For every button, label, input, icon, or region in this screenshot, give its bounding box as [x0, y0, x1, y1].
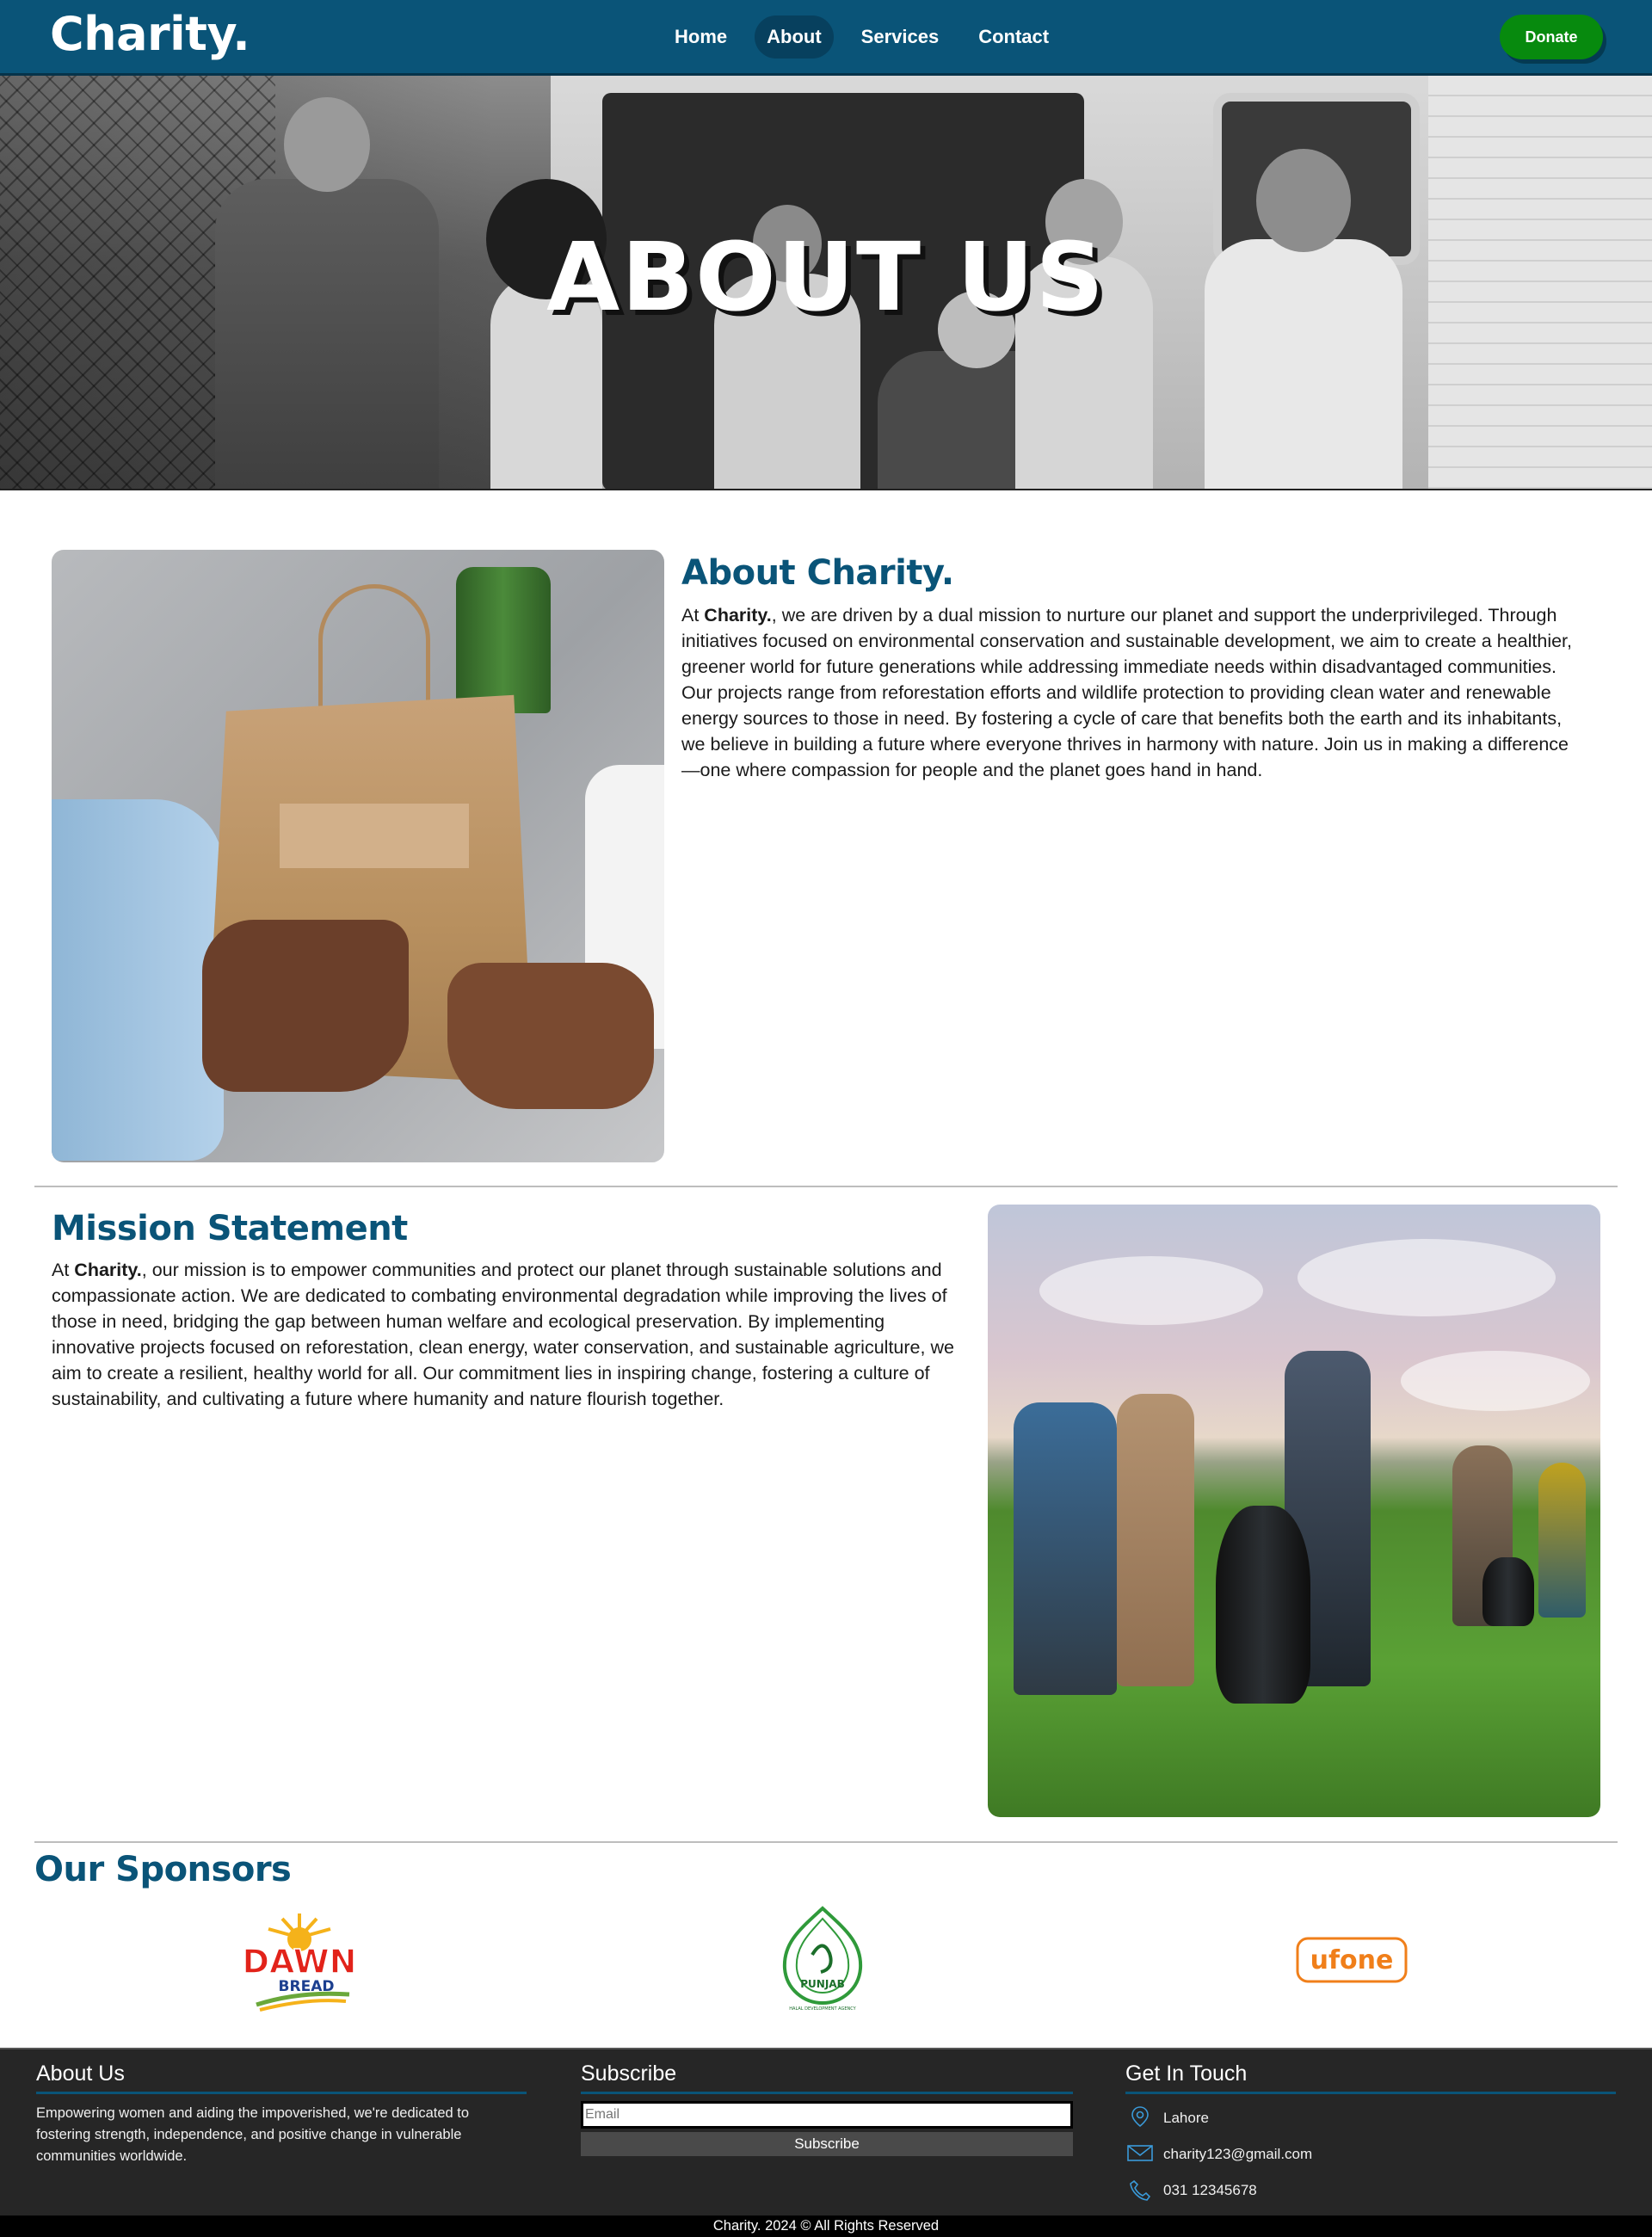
- svg-text:HALAL DEVELOPMENT AGENCY: HALAL DEVELOPMENT AGENCY: [789, 2006, 856, 2012]
- navbar: Charity. Home About Services Contact Don…: [0, 0, 1652, 76]
- email-input[interactable]: [581, 2101, 1073, 2129]
- about-text-brand: Charity.: [704, 605, 772, 625]
- mission-text: At Charity., our mission is to empower c…: [52, 1257, 964, 1412]
- location-icon: [1125, 2105, 1155, 2133]
- about-text-body: , we are driven by a dual mission to nur…: [681, 605, 1573, 780]
- contact-location-text: Lahore: [1163, 2110, 1209, 2126]
- donate-button[interactable]: Donate: [1500, 15, 1603, 59]
- footer-about-text: Empowering women and aiding the impoveri…: [36, 2105, 470, 2164]
- mission-text-body: , our mission is to empower communities …: [52, 1260, 954, 1409]
- footer: About Us Empowering women and aiding the…: [0, 2048, 1652, 2215]
- svg-text:PUNJAB: PUNJAB: [800, 1978, 844, 1990]
- mail-icon: [1125, 2141, 1155, 2169]
- contact-phone: 031 12345678: [1125, 2178, 1616, 2203]
- about-title: About Charity.: [681, 553, 954, 593]
- footer-subscribe: Subscribe Subscribe: [581, 2061, 1073, 2156]
- image-bag-label: [280, 804, 469, 868]
- brand-logo[interactable]: Charity.: [50, 7, 250, 61]
- image-trash-bag: [1482, 1557, 1534, 1626]
- svg-text:ufone: ufone: [1310, 1945, 1394, 1975]
- mission-text-brand: Charity.: [74, 1260, 142, 1280]
- footer-contact: Get In Touch Lahore charity123@gmail.com…: [1125, 2061, 1616, 2203]
- nav-link-about[interactable]: About: [755, 15, 834, 59]
- image-hand: [202, 920, 409, 1092]
- image-leek: [456, 567, 551, 713]
- hero-title: ABOUT US: [546, 222, 1106, 332]
- about-text-prefix: At: [681, 605, 705, 625]
- contact-phone-text[interactable]: 031 12345678: [1163, 2182, 1257, 2199]
- mission-title: Mission Statement: [52, 1209, 408, 1248]
- contact-email: charity123@gmail.com: [1125, 2142, 1616, 2166]
- phone-icon: [1125, 2177, 1155, 2205]
- subscribe-button[interactable]: Subscribe: [581, 2132, 1073, 2156]
- footer-subscribe-title: Subscribe: [581, 2061, 1073, 2094]
- image-trash-bag: [1216, 1506, 1310, 1704]
- image-sleeve: [52, 799, 224, 1161]
- mission-text-prefix: At: [52, 1260, 75, 1280]
- dawn-bread-logo: DAWN BREAD: [239, 1908, 360, 2013]
- sponsors-title: Our Sponsors: [34, 1850, 292, 1889]
- nav-link-contact[interactable]: Contact: [966, 15, 1061, 59]
- footer-contact-title: Get In Touch: [1125, 2061, 1616, 2094]
- nav-link-home[interactable]: Home: [663, 15, 739, 59]
- grocery-bag-image: [52, 550, 664, 1162]
- nav-link-services[interactable]: Services: [849, 15, 952, 59]
- image-volunteer: [1117, 1394, 1194, 1686]
- section-divider: [34, 1186, 1618, 1187]
- svg-text:DAWN: DAWN: [243, 1943, 357, 1981]
- image-cloud: [1039, 1256, 1263, 1325]
- footer-about-title: About Us: [36, 2061, 527, 2094]
- punjab-halal-logo: PUNJAB HALAL DEVELOPMENT AGENCY: [774, 1903, 871, 2013]
- contact-location: Lahore: [1125, 2105, 1616, 2133]
- image-volunteer: [1014, 1402, 1117, 1695]
- image-volunteer: [1538, 1463, 1586, 1618]
- ufone-logo: ufone: [1295, 1934, 1409, 1986]
- image-cloud: [1298, 1239, 1556, 1316]
- image-cloud: [1401, 1351, 1590, 1411]
- volunteers-cleanup-image: [988, 1205, 1600, 1817]
- hero-banner: ABOUT US: [0, 76, 1652, 490]
- footer-about: About Us Empowering women and aiding the…: [36, 2061, 527, 2167]
- about-text: At Charity., we are driven by a dual mis…: [681, 602, 1581, 783]
- nav-links: Home About Services Contact: [663, 15, 1061, 59]
- section-divider: [34, 1841, 1618, 1843]
- contact-email-text[interactable]: charity123@gmail.com: [1163, 2146, 1312, 2163]
- image-hand: [447, 963, 654, 1109]
- copyright-bar: Charity. 2024 © All Rights Reserved: [0, 2215, 1652, 2237]
